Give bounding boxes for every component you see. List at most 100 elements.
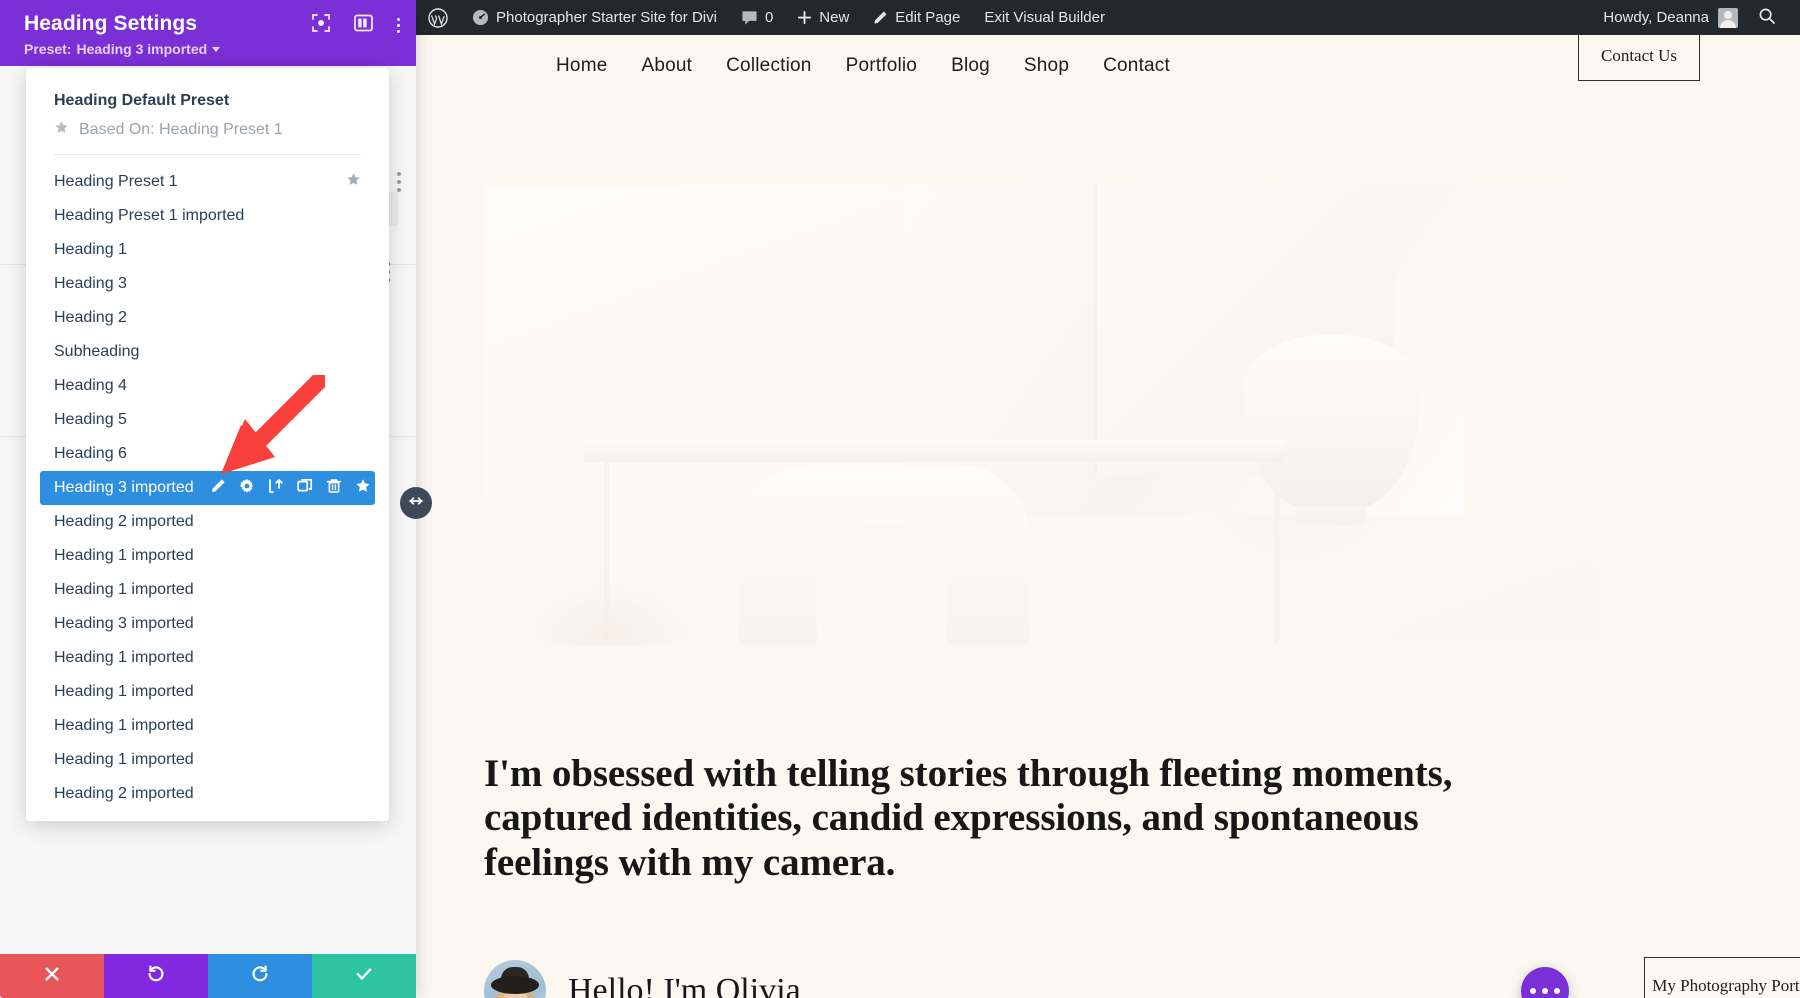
account-menu[interactable]: Howdy, Deanna [1591,8,1750,28]
olivia-heading[interactable]: Hello! I'm Olivia [568,972,801,998]
preset-item-heading-3[interactable]: Heading 3 [40,267,375,301]
preset-list[interactable]: Heading Preset 1 Heading Preset 1 import… [26,165,389,811]
kebab-dot-1 [397,18,400,21]
comment-bubble-icon [741,10,758,26]
new-label: New [819,9,849,26]
hero-table-leg-right [1274,462,1279,645]
preset-item-label: Heading 1 [54,241,127,259]
my-photography-portfolio-button[interactable]: My Photography Portfolio [1644,957,1800,998]
preset-item-heading-1-imported-4[interactable]: Heading 1 imported [40,675,375,709]
nav-item-contact[interactable]: Contact [1103,55,1170,77]
panel-resize-handle[interactable] [400,487,432,519]
plus-icon [797,10,812,25]
nav-item-portfolio[interactable]: Portfolio [846,55,918,77]
nav-item-blog[interactable]: Blog [951,55,990,77]
howdy-label: Howdy, Deanna [1603,9,1709,26]
focus-target-icon[interactable] [312,14,330,37]
preset-dropdown-menu[interactable]: Heading Default Preset Based On: Heading… [26,68,389,821]
kebab-menu-icon[interactable] [397,18,400,33]
avatar [1718,8,1738,28]
panel-header-icon-group [312,14,400,37]
heading-settings-panel[interactable]: er Heading Settings Preset: Heading 3 im… [0,0,416,998]
layout-columns-icon[interactable] [354,14,373,37]
preset-item-heading-1-imported-3[interactable]: Heading 1 imported [40,641,375,675]
preset-item-kebab-menu[interactable] [397,172,401,192]
nav-item-about[interactable]: About [641,55,692,77]
preset-item-heading-1-imported-5[interactable]: Heading 1 imported [40,709,375,743]
ellipsis-dot-3 [1554,988,1560,994]
olivia-avatar [484,960,546,998]
dashboard-icon [472,9,489,26]
preset-default-block[interactable]: Heading Default Preset Based On: Heading… [26,82,389,165]
set-default-star-icon[interactable] [355,478,371,499]
wordpress-logo-menu[interactable] [416,0,460,35]
preset-item-heading-2-imported-1[interactable]: Heading 2 imported [40,505,375,539]
search-icon [1758,7,1776,29]
duplicate-icon[interactable] [297,478,313,499]
search-button[interactable] [1750,7,1790,29]
edit-page-label: Edit Page [895,9,960,26]
divi-builder-fab-button[interactable] [1521,967,1569,998]
site-header: Home About Collection Portfolio Blog Sho… [416,35,1800,97]
wordpress-icon [428,8,448,28]
settings-gear-icon[interactable] [239,478,255,499]
site-name-menu[interactable]: Photographer Starter Site for Divi [460,0,729,35]
preset-item-heading-1-imported-1[interactable]: Heading 1 imported [40,539,375,573]
site-primary-nav[interactable]: Home About Collection Portfolio Blog Sho… [556,55,1170,77]
hero-chair [739,465,1029,645]
trash-icon[interactable] [326,478,342,499]
preset-item-label: Subheading [54,343,139,361]
preset-item-subheading[interactable]: Subheading [40,335,375,369]
preset-item-heading-1-imported-6[interactable]: Heading 1 imported [40,743,375,777]
star-icon[interactable] [346,172,361,192]
preset-item-heading-2-imported-2[interactable]: Heading 2 imported [40,777,375,811]
undo-button[interactable] [104,954,208,998]
preset-item-label: Heading 1 imported [54,581,194,599]
export-icon[interactable] [268,478,284,499]
redo-button[interactable] [208,954,312,998]
ellipsis-dot-1 [1530,988,1536,994]
exit-visual-builder-menu[interactable]: Exit Visual Builder [972,0,1117,35]
nav-item-collection[interactable]: Collection [726,55,811,77]
hero-image [484,185,1598,645]
exit-visual-builder-label: Exit Visual Builder [984,9,1105,26]
hero-console-table [584,440,1284,462]
visual-builder-canvas[interactable]: Home About Collection Portfolio Blog Sho… [416,35,1800,998]
discard-changes-button[interactable] [0,954,104,998]
preset-item-heading-3-imported-2[interactable]: Heading 3 imported [40,607,375,641]
preset-item-heading-4[interactable]: Heading 4 [40,369,375,403]
redo-arrow-icon [250,964,270,989]
kebab-dot-3 [397,30,400,33]
preset-item-heading-1[interactable]: Heading 1 [40,233,375,267]
hero-vase [1244,335,1419,510]
contact-us-button[interactable]: Contact Us [1578,35,1700,81]
panel-preset-selector[interactable]: Preset: Heading 3 imported [24,41,398,57]
horizontal-resize-icon [406,494,426,513]
panel-header: Heading Settings Preset: Heading 3 impor… [0,0,416,66]
preset-item-heading-1-imported-2[interactable]: Heading 1 imported [40,573,375,607]
save-changes-button[interactable] [312,954,416,998]
close-x-icon [43,965,61,988]
site-name-label: Photographer Starter Site for Divi [496,9,717,26]
preset-item-heading-preset-1-imported[interactable]: Heading Preset 1 imported [40,199,375,233]
preset-item-heading-5[interactable]: Heading 5 [40,403,375,437]
preset-item-label: Heading 2 imported [54,785,194,803]
preset-item-heading-6[interactable]: Heading 6 [40,437,375,471]
preset-default-title: Heading Default Preset [54,92,361,110]
preset-item-label: Heading 1 imported [54,717,194,735]
preset-item-label: Heading Preset 1 [54,173,178,191]
admin-bar-right-group: Howdy, Deanna [1591,7,1800,29]
nav-item-shop[interactable]: Shop [1024,55,1069,77]
nav-item-home[interactable]: Home [556,55,607,77]
panel-action-bar [0,954,416,998]
new-content-menu[interactable]: New [785,0,861,35]
preset-item-label: Heading 2 imported [54,513,194,531]
preset-item-heading-3-imported-selected[interactable]: Heading 3 imported [40,471,375,505]
rename-pencil-icon[interactable] [210,478,226,499]
preset-item-heading-2[interactable]: Heading 2 [40,301,375,335]
comments-menu[interactable]: 0 [729,0,785,35]
preset-item-heading-preset-1[interactable]: Heading Preset 1 [40,165,375,199]
preset-item-label: Heading 2 [54,309,127,327]
hero-heading-module[interactable]: I'm obsessed with telling stories throug… [484,752,1544,885]
edit-page-menu[interactable]: Edit Page [861,0,972,35]
